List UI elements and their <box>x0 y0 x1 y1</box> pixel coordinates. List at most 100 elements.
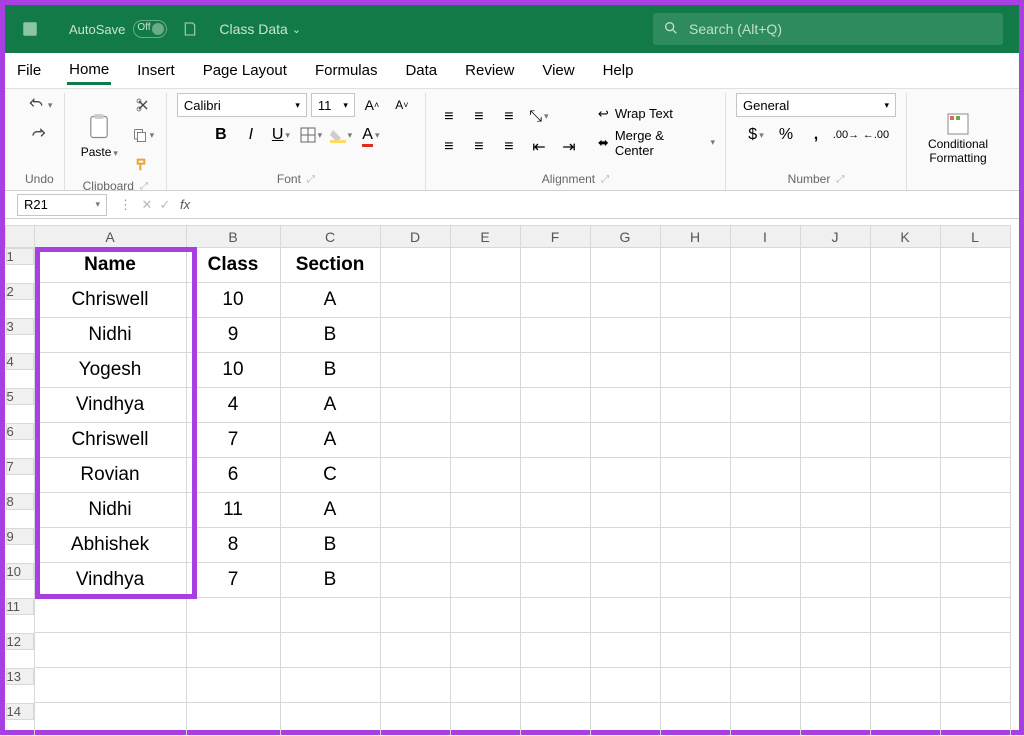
cell-H13[interactable] <box>660 668 730 703</box>
cell-J8[interactable] <box>800 493 870 528</box>
cell-D10[interactable] <box>380 563 450 598</box>
cell-A9[interactable]: Abhishek <box>34 528 186 563</box>
underline-button[interactable]: U <box>268 123 294 147</box>
cell-L3[interactable] <box>940 318 1010 353</box>
cell-J2[interactable] <box>800 283 870 318</box>
cell-H7[interactable] <box>660 458 730 493</box>
cell-F9[interactable] <box>520 528 590 563</box>
cell-L1[interactable] <box>940 248 1010 283</box>
cell-E1[interactable] <box>450 248 520 283</box>
cell-E9[interactable] <box>450 528 520 563</box>
menu-page-layout[interactable]: Page Layout <box>201 58 289 83</box>
cell-E13[interactable] <box>450 668 520 703</box>
cell-G5[interactable] <box>590 388 660 423</box>
column-header-G[interactable]: G <box>590 226 660 248</box>
cell-G2[interactable] <box>590 283 660 318</box>
cell-L2[interactable] <box>940 283 1010 318</box>
formula-input[interactable] <box>196 194 1019 216</box>
cell-G11[interactable] <box>590 598 660 633</box>
row-header-13[interactable]: 13 <box>6 668 34 685</box>
decrease-decimal-button[interactable]: ←.00 <box>863 123 889 147</box>
cell-D6[interactable] <box>380 423 450 458</box>
cell-H9[interactable] <box>660 528 730 563</box>
cell-C2[interactable]: A <box>280 283 380 318</box>
cell-F6[interactable] <box>520 423 590 458</box>
cell-K9[interactable] <box>870 528 940 563</box>
cell-H14[interactable] <box>660 703 730 736</box>
menu-file[interactable]: File <box>15 58 43 83</box>
italic-button[interactable]: I <box>238 123 264 147</box>
align-left-button[interactable]: ≡ <box>436 135 462 159</box>
wrap-text-button[interactable]: ↩Wrap Text <box>598 106 715 122</box>
row-header-3[interactable]: 3 <box>6 318 34 335</box>
cell-C14[interactable] <box>280 703 380 736</box>
cell-F11[interactable] <box>520 598 590 633</box>
cell-B10[interactable]: 7 <box>186 563 280 598</box>
row-header-7[interactable]: 7 <box>6 458 34 475</box>
align-top-button[interactable]: ≡ <box>436 105 462 129</box>
cell-D13[interactable] <box>380 668 450 703</box>
decrease-font-button[interactable]: A˅ <box>389 93 415 117</box>
cell-K11[interactable] <box>870 598 940 633</box>
cell-H4[interactable] <box>660 353 730 388</box>
cell-G13[interactable] <box>590 668 660 703</box>
cell-K2[interactable] <box>870 283 940 318</box>
row-header-10[interactable]: 10 <box>6 563 34 580</box>
cell-A4[interactable]: Yogesh <box>34 353 186 388</box>
cell-C5[interactable]: A <box>280 388 380 423</box>
cell-E2[interactable] <box>450 283 520 318</box>
cell-K10[interactable] <box>870 563 940 598</box>
cell-E11[interactable] <box>450 598 520 633</box>
cell-K6[interactable] <box>870 423 940 458</box>
cell-I12[interactable] <box>730 633 800 668</box>
cell-D5[interactable] <box>380 388 450 423</box>
document-name[interactable]: Class Data ⌄ <box>219 21 301 37</box>
cell-F10[interactable] <box>520 563 590 598</box>
cell-A2[interactable]: Chriswell <box>34 283 186 318</box>
increase-font-button[interactable]: A˄ <box>359 93 385 117</box>
fx-icon[interactable]: fx <box>174 197 196 212</box>
row-header-4[interactable]: 4 <box>6 353 34 370</box>
cell-G9[interactable] <box>590 528 660 563</box>
row-header-14[interactable]: 14 <box>6 703 34 720</box>
column-header-C[interactable]: C <box>280 226 380 248</box>
cell-C13[interactable] <box>280 668 380 703</box>
font-color-button[interactable]: A <box>358 123 384 147</box>
cell-J7[interactable] <box>800 458 870 493</box>
cell-E3[interactable] <box>450 318 520 353</box>
copy-button[interactable] <box>130 123 156 147</box>
row-header-1[interactable]: 1 <box>6 248 34 265</box>
autosave-toggle[interactable]: AutoSave Off <box>69 20 167 38</box>
cell-H12[interactable] <box>660 633 730 668</box>
comma-button[interactable]: , <box>803 123 829 147</box>
menu-insert[interactable]: Insert <box>135 58 177 83</box>
cell-I2[interactable] <box>730 283 800 318</box>
cell-B14[interactable] <box>186 703 280 736</box>
cell-B2[interactable]: 10 <box>186 283 280 318</box>
cut-button[interactable] <box>130 93 156 117</box>
cell-A10[interactable]: Vindhya <box>34 563 186 598</box>
cell-B8[interactable]: 11 <box>186 493 280 528</box>
menu-review[interactable]: Review <box>463 58 516 83</box>
number-format-select[interactable]: General▾ <box>736 93 896 117</box>
cell-B4[interactable]: 10 <box>186 353 280 388</box>
menu-view[interactable]: View <box>540 58 576 83</box>
cell-C6[interactable]: A <box>280 423 380 458</box>
column-header-F[interactable]: F <box>520 226 590 248</box>
column-header-I[interactable]: I <box>730 226 800 248</box>
cell-F7[interactable] <box>520 458 590 493</box>
row-header-9[interactable]: 9 <box>6 528 34 545</box>
cancel-icon[interactable]: ✕ <box>138 196 156 214</box>
cell-J13[interactable] <box>800 668 870 703</box>
percent-button[interactable]: % <box>773 123 799 147</box>
cell-C8[interactable]: A <box>280 493 380 528</box>
cell-D4[interactable] <box>380 353 450 388</box>
cell-I8[interactable] <box>730 493 800 528</box>
cell-A11[interactable] <box>34 598 186 633</box>
redo-button[interactable] <box>26 123 52 147</box>
cell-H5[interactable] <box>660 388 730 423</box>
cell-B6[interactable]: 7 <box>186 423 280 458</box>
paste-button[interactable]: Paste <box>75 109 124 161</box>
increase-indent-button[interactable]: ⇥ <box>556 135 582 159</box>
cell-F4[interactable] <box>520 353 590 388</box>
